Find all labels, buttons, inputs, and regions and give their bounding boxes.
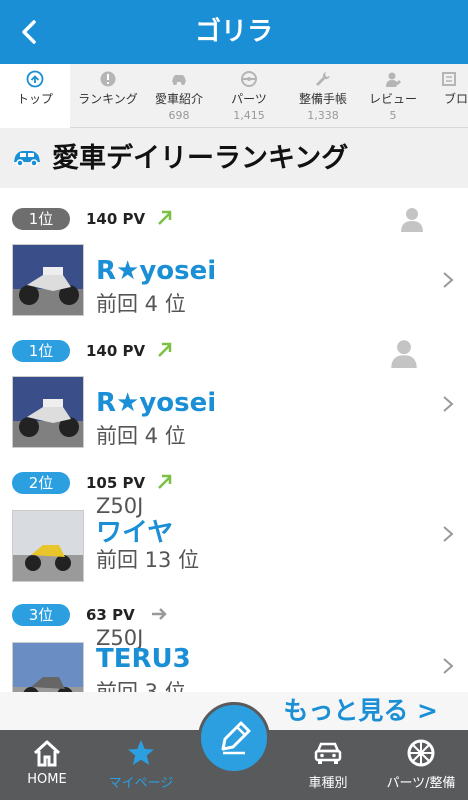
tab-label: 愛車紹介	[154, 92, 203, 106]
ranking-item[interactable]: 1位 140 PV R★yosei 前回 4 位	[0, 188, 468, 320]
pv-count: 140 PV	[86, 342, 146, 360]
star-icon	[128, 740, 154, 765]
pv-count: 140 PV	[86, 210, 146, 228]
tab-count: 1,415	[233, 109, 265, 122]
tab-ranking[interactable]: ランキング	[72, 64, 144, 128]
tab-label: ランキング	[78, 92, 138, 106]
tab-count: 698	[168, 109, 190, 122]
owner-name[interactable]: R★yosei	[96, 256, 216, 286]
nav-label: HOME	[27, 772, 67, 787]
car-thumbnail[interactable]	[12, 642, 84, 692]
motorcycle-photo	[13, 511, 83, 581]
tab-label: ブロ	[444, 92, 468, 106]
previous-rank: 前回 3 位	[96, 680, 186, 692]
tab-count: 5	[389, 109, 397, 122]
motorcycle-photo	[13, 245, 83, 315]
ranking-item[interactable]: 2位 105 PV Z50J ワイヤ 前回 13 位	[0, 452, 468, 584]
nav-label: パーツ/整備	[386, 776, 456, 791]
nav-mypage[interactable]: マイページ	[94, 730, 188, 800]
owner-name[interactable]: R★yosei	[96, 388, 216, 418]
tab-label: 整備手帳	[298, 92, 347, 106]
previous-rank: 前回 4 位	[96, 424, 186, 448]
home-icon	[33, 740, 61, 767]
trend-up-icon	[158, 342, 172, 357]
chevron-right-icon[interactable]	[440, 270, 456, 290]
page-title: ゴリラ	[194, 17, 273, 47]
previous-rank: 前回 4 位	[96, 292, 186, 316]
tab-car-intro[interactable]: 愛車紹介 698	[146, 64, 212, 128]
car-icon	[172, 75, 186, 85]
tab-maintenance[interactable]: 整備手帳 1,338	[290, 64, 356, 128]
car-front-icon	[314, 742, 342, 764]
chevron-right-icon[interactable]	[440, 394, 456, 414]
wrench-icon	[316, 72, 330, 86]
nav-home[interactable]: HOME	[0, 730, 94, 800]
owner-name[interactable]: TERU3	[96, 644, 191, 674]
post-button[interactable]	[198, 702, 270, 774]
trend-up-icon	[158, 474, 172, 489]
review-icon	[386, 72, 401, 87]
motorcycle-photo	[13, 377, 83, 447]
nav-parts-maintenance[interactable]: パーツ/整備	[374, 730, 468, 800]
app-header: ゴリラ	[0, 0, 468, 64]
tab-parts[interactable]: パーツ 1,415	[216, 64, 282, 128]
ranking-item[interactable]: 3位 63 PV Z50J TERU3 前回 3 位	[0, 584, 468, 692]
steering-wheel-icon	[241, 71, 257, 87]
car-icon	[14, 151, 40, 167]
car-thumbnail[interactable]	[12, 376, 84, 448]
ranking-item[interactable]: 1位 140 PV R★yosei 前回 4 位	[0, 320, 468, 452]
motorcycle-photo	[13, 643, 83, 692]
blog-icon	[442, 72, 456, 86]
tab-count: 1,338	[307, 109, 339, 122]
rank-badge: 1位	[12, 340, 70, 362]
car-thumbnail[interactable]	[12, 510, 84, 582]
avatar-icon[interactable]	[400, 206, 424, 232]
tab-bar: トップ ランキング 愛車紹介 698 パーツ 1,415 整備手帳 1,338	[0, 64, 468, 128]
ranking-list: 1位 140 PV R★yosei 前回 4 位 1位 140 PV R★yos…	[0, 188, 468, 692]
tab-review[interactable]: レビュー 5	[360, 64, 426, 128]
nav-label: 車種別	[308, 776, 348, 791]
pv-count: 105 PV	[86, 474, 146, 492]
tab-label: トップ	[16, 92, 53, 106]
chevron-right-icon[interactable]	[440, 656, 456, 676]
tab-top[interactable]: トップ	[0, 64, 70, 128]
car-thumbnail[interactable]	[12, 244, 84, 316]
avatar-icon[interactable]	[390, 338, 418, 368]
pv-count: 63 PV	[86, 606, 135, 624]
see-more-link[interactable]: もっと見る >	[283, 692, 438, 730]
pen-icon	[221, 721, 251, 755]
trend-flat-icon	[152, 608, 167, 620]
rank-badge: 3位	[12, 604, 70, 626]
nav-car-type[interactable]: 車種別	[282, 730, 374, 800]
chevron-right-icon[interactable]	[440, 524, 456, 544]
tab-label: パーツ	[231, 92, 267, 106]
rank-badge: 2位	[12, 472, 70, 494]
exclamation-icon	[100, 71, 116, 87]
tab-blog[interactable]: ブロ	[430, 64, 468, 128]
rank-badge: 1位	[12, 208, 70, 230]
trend-up-icon	[158, 210, 172, 225]
previous-rank: 前回 13 位	[96, 548, 200, 572]
circle-arrow-icon	[26, 70, 44, 88]
section-title: 愛車デイリーランキング	[52, 143, 349, 174]
section-header: 愛車デイリーランキング	[0, 128, 468, 188]
nav-label: マイページ	[108, 776, 174, 791]
wheel-icon	[407, 739, 435, 767]
tab-label: レビュー	[368, 92, 417, 106]
